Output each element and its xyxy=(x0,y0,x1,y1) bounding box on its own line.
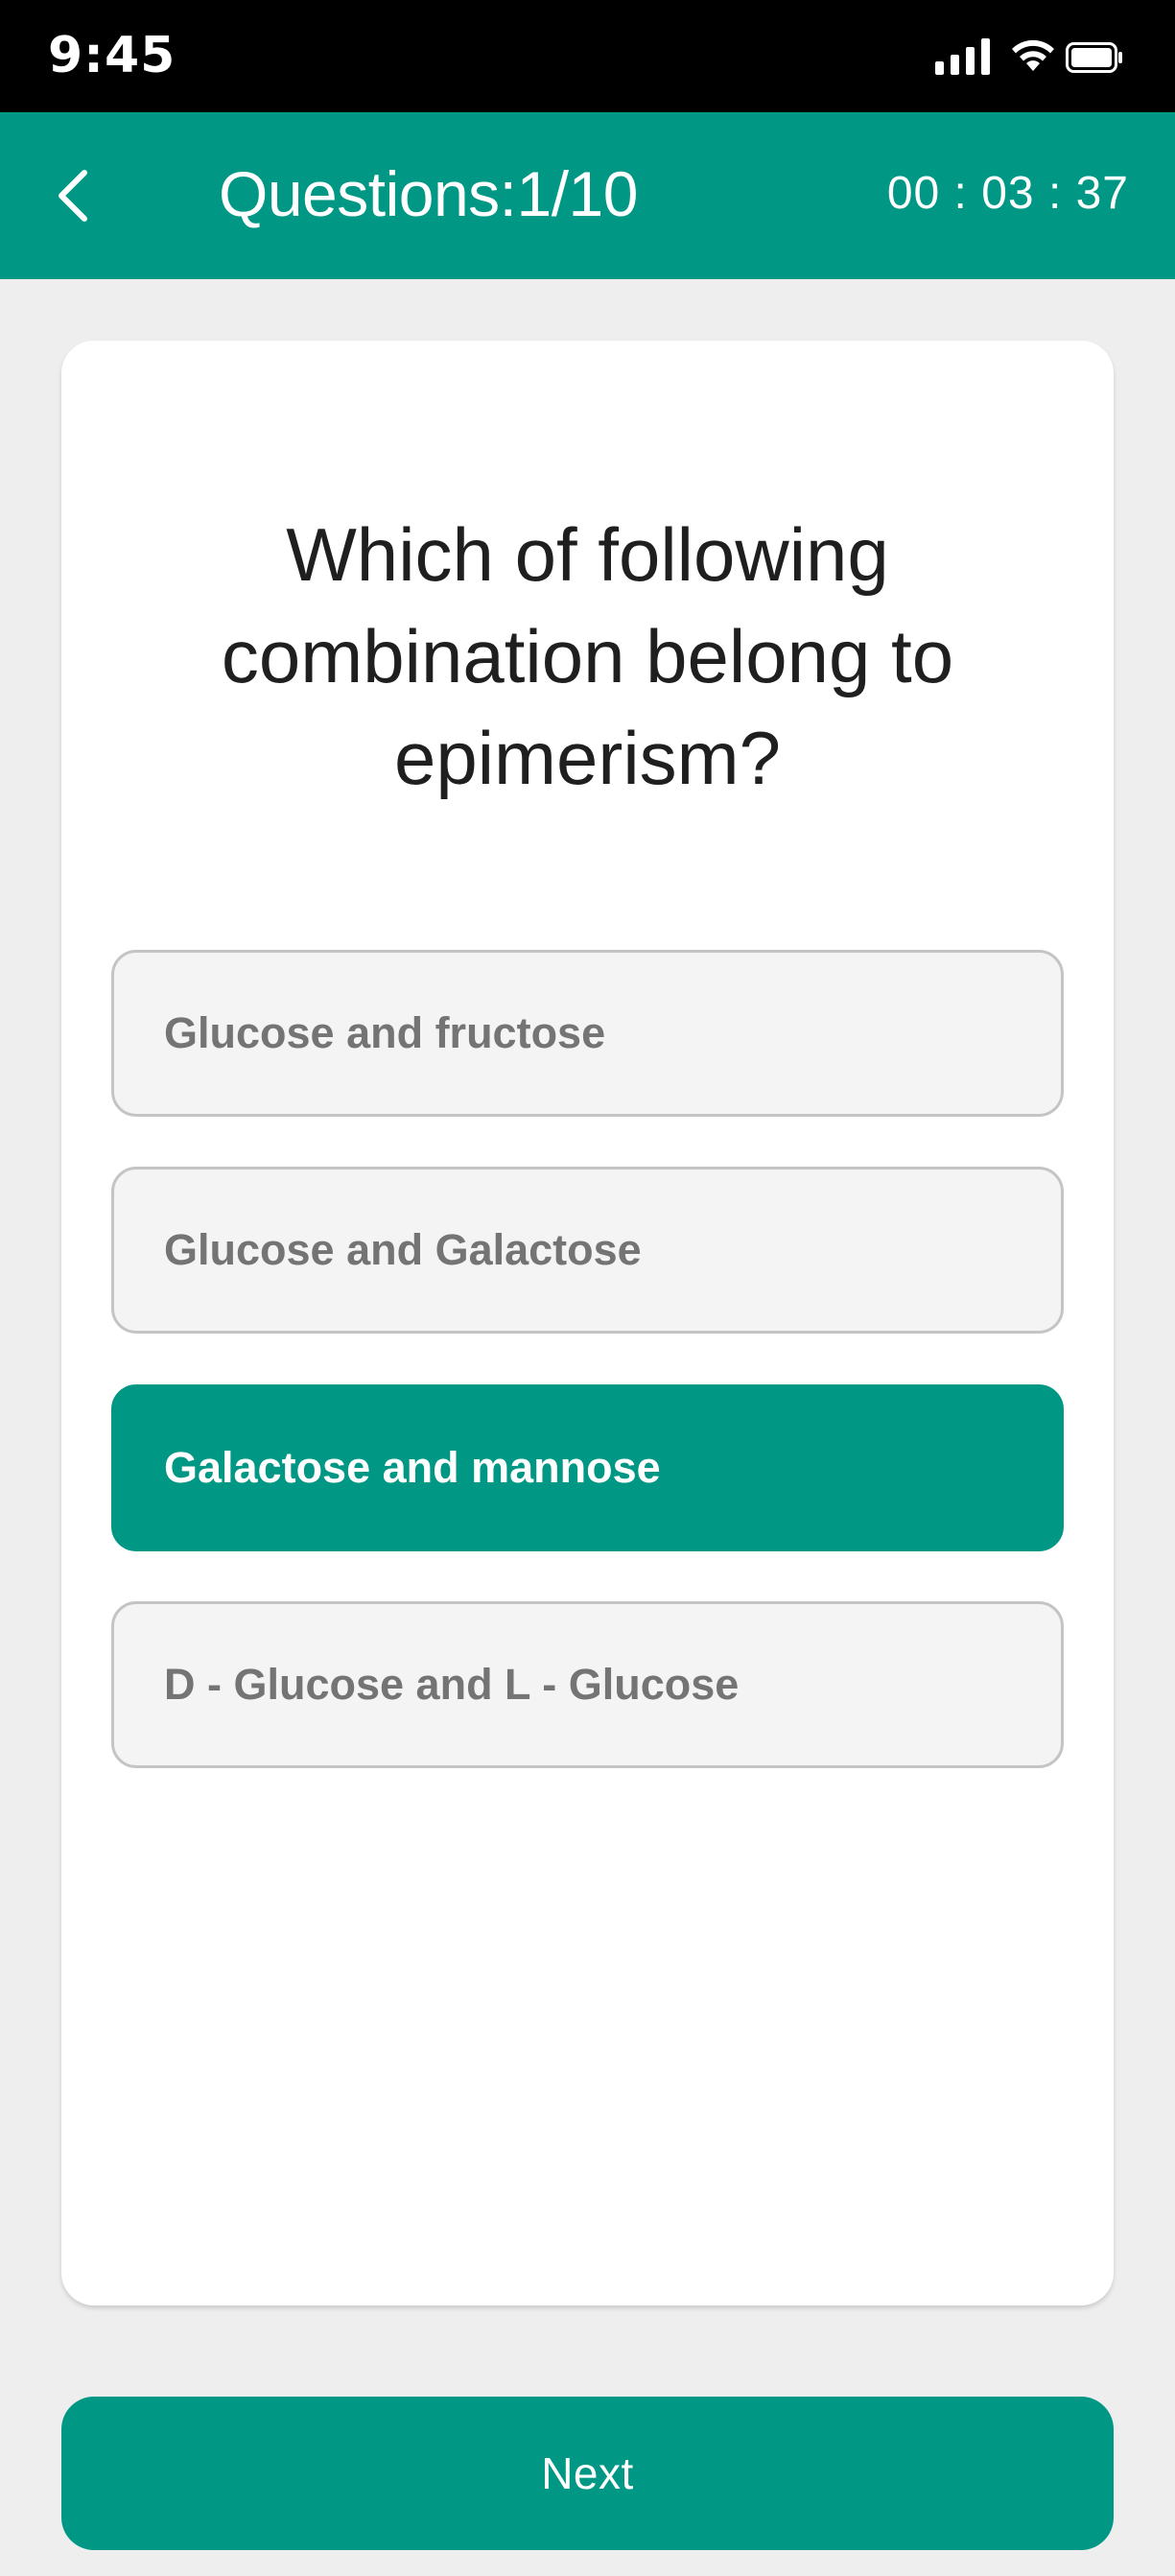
option-label: Galactose and mannose xyxy=(164,1443,661,1492)
status-icons xyxy=(935,35,1127,81)
status-time: 9:45 xyxy=(48,27,176,84)
chevron-left-icon xyxy=(59,170,87,222)
next-button[interactable]: Next xyxy=(61,2397,1114,2550)
option-3-selected[interactable]: Galactose and mannose xyxy=(111,1384,1064,1551)
header: Questions:1/10 00 : 03 : 37 xyxy=(0,112,1175,279)
page-title: Questions:1/10 xyxy=(219,158,638,229)
signal-icon xyxy=(935,38,990,75)
next-button-label: Next xyxy=(541,2448,634,2498)
option-label: Glucose and fructose xyxy=(164,1008,606,1057)
back-button[interactable] xyxy=(38,157,107,234)
question-text: Which of following combination belong to… xyxy=(221,512,954,800)
question-card: Which of following combination belong to… xyxy=(61,341,1114,2305)
wifi-icon xyxy=(1012,39,1054,71)
option-label: D - Glucose and L - Glucose xyxy=(164,1660,740,1709)
quiz-timer: 00 : 03 : 37 xyxy=(886,168,1129,219)
option-2[interactable]: Glucose and Galactose xyxy=(111,1167,1064,1334)
option-4[interactable]: D - Glucose and L - Glucose xyxy=(111,1601,1064,1768)
option-1[interactable]: Glucose and fructose xyxy=(111,950,1064,1117)
battery-icon xyxy=(1066,42,1122,73)
option-label: Glucose and Galactose xyxy=(164,1225,642,1274)
status-bar: 9:45 xyxy=(0,0,1175,112)
